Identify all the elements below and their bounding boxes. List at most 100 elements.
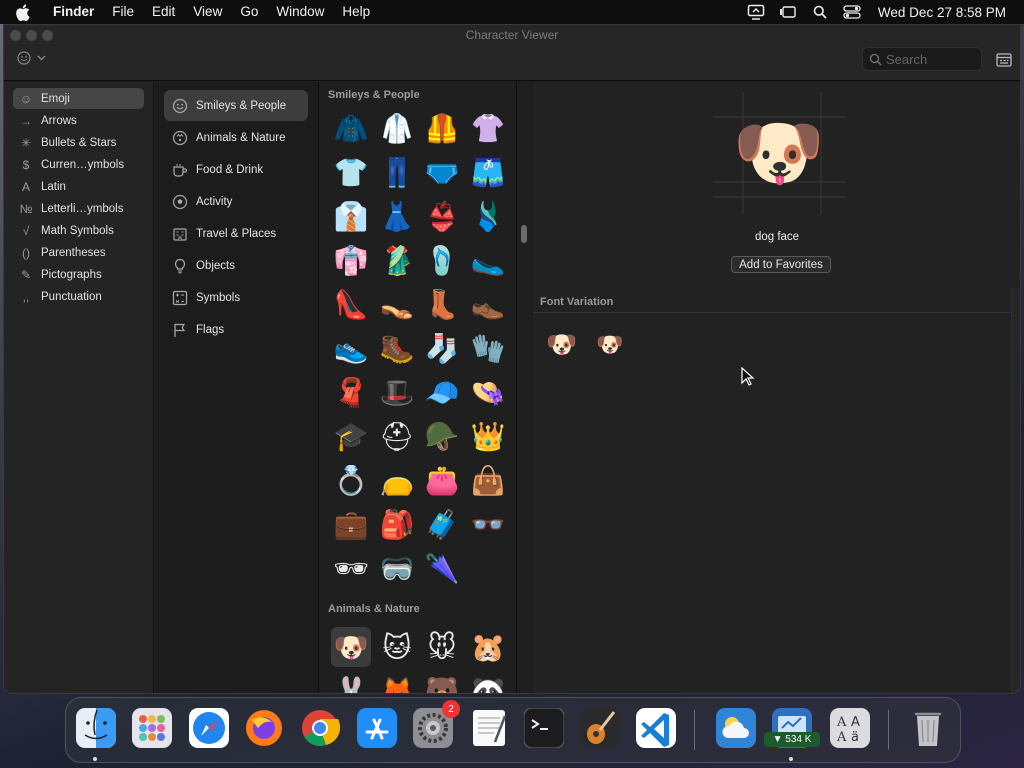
category-objects[interactable]: Objects [164, 250, 308, 281]
emoji-cell[interactable]: 💍 [331, 460, 371, 500]
emoji-cell[interactable]: 👕 [331, 152, 371, 192]
options-menu-button[interactable] [17, 51, 46, 65]
launchpad-icon[interactable] [128, 704, 175, 751]
emoji-cell[interactable]: 🧤 [468, 328, 508, 368]
system-settings-icon[interactable]: 2 [409, 700, 460, 751]
emoji-cell[interactable]: 🧢 [422, 372, 462, 412]
emoji-cell[interactable]: 👜 [468, 460, 508, 500]
safari-icon[interactable] [185, 704, 232, 751]
keyboard-viewer-icon[interactable] [996, 52, 1012, 67]
emoji-cell[interactable]: 🐭 [422, 627, 462, 667]
menu-finder[interactable]: Finder [44, 0, 103, 24]
screen-mirroring-icon[interactable] [740, 0, 772, 24]
sidebar-item-pictographs[interactable]: ✎ Pictographs [13, 264, 144, 285]
menu-edit[interactable]: Edit [143, 0, 184, 24]
emoji-cell[interactable]: 👒 [468, 372, 508, 412]
emoji-cell[interactable]: 🥾 [377, 328, 417, 368]
emoji-cell[interactable]: 🐻 [422, 671, 462, 694]
emoji-cell[interactable]: 👡 [377, 284, 417, 324]
emoji-cell[interactable]: 🩲 [422, 152, 462, 192]
category-smileys-people[interactable]: Smileys & People [164, 90, 308, 121]
emoji-cell[interactable]: 👑 [468, 416, 508, 456]
emoji-cell[interactable]: 👠 [331, 284, 371, 324]
app-store-icon[interactable] [353, 704, 400, 751]
emoji-cell[interactable]: 👛 [422, 460, 462, 500]
sidebar-item-bullets-stars[interactable]: ✳ Bullets & Stars [13, 132, 144, 153]
emoji-cell[interactable]: 🦺 [422, 108, 462, 148]
stage-manager-icon[interactable] [772, 0, 804, 24]
emoji-cell[interactable]: 👓 [468, 504, 508, 544]
category-travel-places[interactable]: Travel & Places [164, 218, 308, 249]
emoji-cell[interactable]: 👚 [468, 108, 508, 148]
sidebar-item-latin[interactable]: A Latin [13, 176, 144, 197]
emoji-cell[interactable]: 🧥 [331, 108, 371, 148]
vscode-icon[interactable] [632, 704, 679, 751]
terminal-icon[interactable] [520, 704, 567, 751]
emoji-cell[interactable]: 👗 [377, 196, 417, 236]
category-flags[interactable]: Flags [164, 314, 308, 345]
emoji-cell[interactable]: 👢 [422, 284, 462, 324]
screen-monitor-icon[interactable]: ▼ 534 K [764, 704, 820, 751]
emoji-cell[interactable]: 🩴 [422, 240, 462, 280]
emoji-cell[interactable]: 👘 [331, 240, 371, 280]
emoji-cell[interactable]: 👟 [331, 328, 371, 368]
emoji-cell[interactable]: 👞 [468, 284, 508, 324]
detail-scroll-track[interactable] [1011, 288, 1020, 693]
emoji-cell[interactable]: 👙 [422, 196, 462, 236]
emoji-cell[interactable]: 🥼 [377, 108, 417, 148]
trash-icon[interactable] [904, 704, 951, 751]
menu-go[interactable]: Go [231, 0, 267, 24]
finder-icon[interactable] [72, 704, 119, 751]
emoji-cell[interactable]: ⛑ [377, 416, 417, 456]
font-variation-item[interactable]: 🐶 [545, 328, 579, 362]
sidebar-item-letterlike-symbols[interactable]: № Letterli…ymbols [13, 198, 144, 219]
emoji-cell[interactable]: 🥻 [377, 240, 417, 280]
emoji-cell[interactable]: 🧦 [422, 328, 462, 368]
textedit-icon[interactable] [465, 704, 512, 751]
firefox-icon[interactable] [240, 704, 287, 751]
menu-view[interactable]: View [184, 0, 231, 24]
grid-scrollbar[interactable] [521, 225, 527, 243]
emoji-cell[interactable]: 👖 [377, 152, 417, 192]
emoji-cell[interactable]: 🎒 [377, 504, 417, 544]
emoji-cell[interactable]: 🌂 [422, 548, 462, 588]
emoji-cell[interactable]: 🧣 [331, 372, 371, 412]
emoji-cell[interactable]: 🎩 [377, 372, 417, 412]
emoji-cell[interactable]: 🥽 [377, 548, 417, 588]
emoji-cell[interactable]: 🐰 [331, 671, 371, 694]
category-food-drink[interactable]: Food & Drink [164, 154, 308, 185]
apple-menu-icon[interactable] [0, 0, 44, 24]
emoji-cell[interactable]: 🪖 [422, 416, 462, 456]
weather-icon[interactable] [712, 704, 759, 751]
emoji-cell[interactable]: 🐹 [468, 627, 508, 667]
emoji-cell[interactable]: 🧳 [422, 504, 462, 544]
emoji-cell[interactable]: 🦊 [377, 671, 417, 694]
menu-window[interactable]: Window [267, 0, 333, 24]
sidebar-item-punctuation[interactable]: ,, Punctuation [13, 286, 144, 307]
emoji-cell[interactable]: 🕶 [331, 548, 371, 588]
add-to-favorites-button[interactable]: Add to Favorites [731, 256, 831, 273]
menu-clock[interactable]: Wed Dec 27 8:58 PM [868, 5, 1024, 20]
emoji-cell[interactable]: 🐼 [468, 671, 508, 694]
category-symbols[interactable]: Symbols [164, 282, 308, 313]
menu-help[interactable]: Help [333, 0, 379, 24]
menu-file[interactable]: File [103, 0, 143, 24]
sidebar-item-emoji[interactable]: ☺ Emoji [13, 88, 144, 109]
garageband-icon[interactable] [576, 704, 623, 751]
emoji-cell[interactable]: 👔 [331, 196, 371, 236]
font-book-icon[interactable]: AAAä [826, 704, 873, 751]
search-input[interactable] [886, 51, 976, 67]
search-field[interactable] [862, 47, 982, 71]
emoji-cell[interactable]: 🩳 [468, 152, 508, 192]
emoji-cell[interactable]: 🐱 [377, 627, 417, 667]
chrome-icon[interactable] [296, 704, 343, 751]
sidebar-item-math-symbols[interactable]: √ Math Symbols [13, 220, 144, 241]
emoji-cell[interactable]: 🎓 [331, 416, 371, 456]
emoji-cell-selected[interactable]: 🐶 [331, 627, 371, 667]
sidebar-item-arrows[interactable]: → Arrows [13, 110, 144, 131]
control-center-icon[interactable] [836, 0, 868, 24]
category-animals-nature[interactable]: Animals & Nature [164, 122, 308, 153]
font-variation-item[interactable]: 🐶 [593, 328, 627, 362]
spotlight-icon[interactable] [804, 0, 836, 24]
emoji-cell[interactable]: 👝 [377, 460, 417, 500]
